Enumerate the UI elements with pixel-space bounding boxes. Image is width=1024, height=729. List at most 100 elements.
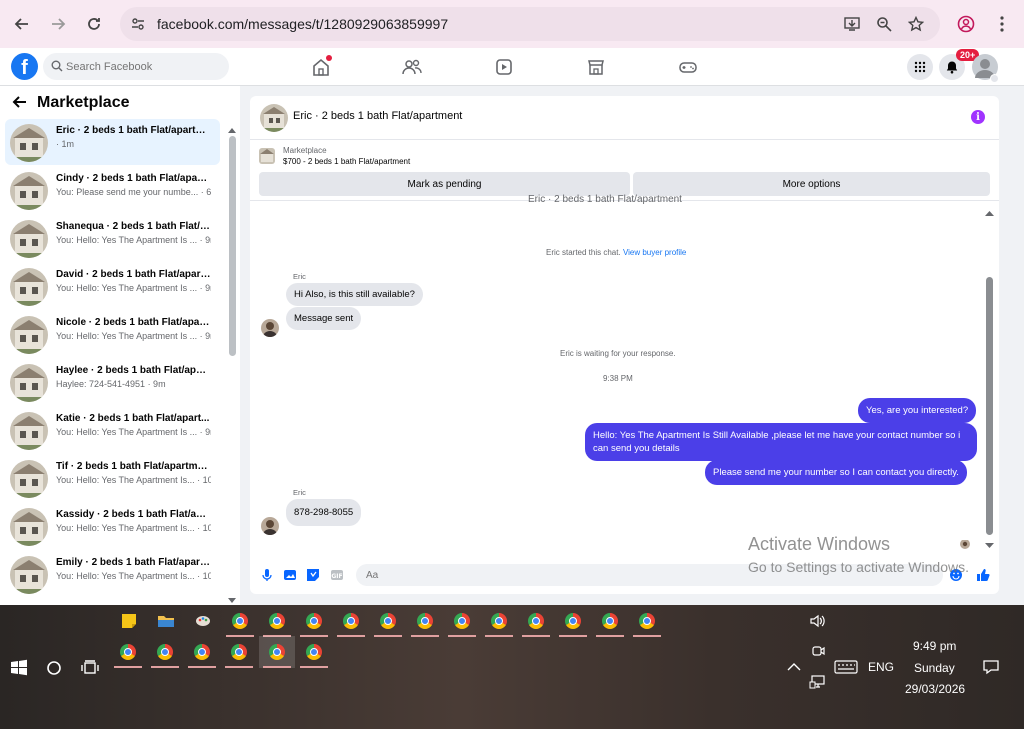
chrome-window-icon[interactable] <box>562 610 584 632</box>
conversation-item[interactable]: Haylee · 2 beds 1 bath Flat/apar... Hayle… <box>5 359 220 405</box>
video-icon[interactable] <box>494 57 514 77</box>
search-input[interactable] <box>66 60 216 73</box>
outgoing-message[interactable]: Yes, are you interested? <box>858 398 977 423</box>
network-icon[interactable] <box>807 671 829 693</box>
sticker-icon[interactable] <box>306 568 320 582</box>
conversation-item[interactable]: Eric · 2 beds 1 bath Flat/apartm... · 1m <box>5 119 220 165</box>
back-icon[interactable] <box>10 12 34 36</box>
friends-icon[interactable] <box>402 57 422 77</box>
show-hidden-icons-chevron-icon[interactable] <box>783 656 805 678</box>
site-settings-icon[interactable] <box>129 15 147 33</box>
chrome-window-icon[interactable] <box>303 641 325 663</box>
chrome-logo-icon <box>380 613 396 629</box>
conversation-scrollbar[interactable] <box>229 136 236 356</box>
thread-scroll-down-icon[interactable] <box>985 538 994 552</box>
conversation-item[interactable]: Cindy · 2 beds 1 bath Flat/apart... You: … <box>5 167 220 213</box>
meet-now-icon[interactable] <box>807 641 829 663</box>
start-windows-icon[interactable] <box>8 657 30 679</box>
menu-kebab-icon[interactable] <box>990 12 1014 36</box>
gif-icon[interactable]: GIF <box>330 568 344 582</box>
home-icon[interactable] <box>311 55 332 77</box>
photo-icon[interactable] <box>283 568 297 582</box>
conversation-item[interactable]: Kassidy · 2 beds 1 bath Flat/apa... You: … <box>5 503 220 549</box>
chrome-window-icon[interactable] <box>229 610 251 632</box>
outgoing-message[interactable]: Hello: Yes The Apartment Is Still Availa… <box>585 423 977 461</box>
chrome-logo-icon <box>639 613 655 629</box>
more-options-button[interactable]: More options <box>633 172 990 196</box>
forward-icon[interactable] <box>46 12 70 36</box>
paint-icon[interactable] <box>192 610 214 632</box>
language-indicator[interactable]: ENG <box>868 660 894 674</box>
incoming-message[interactable]: Message sent <box>286 307 362 330</box>
chat-header: Eric · 2 beds 1 bath Flat/apartment i <box>250 96 999 140</box>
chrome-logo-icon <box>194 644 210 660</box>
chat-started-notice: Eric started this chat. View buyer profi… <box>546 248 686 257</box>
file-explorer-icon[interactable] <box>155 610 177 632</box>
microphone-icon[interactable] <box>260 568 274 582</box>
volume-icon[interactable] <box>807 610 829 632</box>
sticky-notes-icon[interactable] <box>118 610 140 632</box>
install-app-icon[interactable] <box>843 15 861 33</box>
conversation-item[interactable]: David · 2 beds 1 bath Flat/apart... You: … <box>5 263 220 309</box>
thread-scrollbar[interactable] <box>986 277 993 535</box>
facebook-logo-icon[interactable]: f <box>11 53 38 80</box>
listing-thumbnail[interactable] <box>259 148 275 164</box>
notification-center-icon[interactable] <box>980 656 1002 678</box>
task-view-icon[interactable] <box>79 657 101 679</box>
conversation-item[interactable]: Emily · 2 beds 1 bath Flat/apart... You: … <box>5 551 220 597</box>
chrome-window-icon[interactable] <box>599 610 621 632</box>
chrome-window-icon[interactable] <box>228 641 250 663</box>
like-thumb-icon[interactable] <box>976 568 990 582</box>
chrome-window-icon[interactable] <box>340 610 362 632</box>
running-indicator <box>337 635 365 637</box>
clock-date[interactable]: 29/03/2026 <box>905 682 965 696</box>
conversation-item[interactable]: Shanequa · 2 beds 1 bath Flat/a... You: H… <box>5 215 220 261</box>
sender-avatar[interactable] <box>261 319 279 337</box>
chrome-window-icon[interactable] <box>259 636 295 668</box>
chrome-window-icon[interactable] <box>488 610 510 632</box>
info-icon[interactable]: i <box>971 110 985 124</box>
running-indicator <box>485 635 513 637</box>
touch-keyboard-icon[interactable] <box>833 656 859 678</box>
listing-avatar[interactable] <box>260 104 288 132</box>
listing-price-title[interactable]: $700 - 2 beds 1 bath Flat/apartment <box>283 157 410 166</box>
bookmark-star-icon[interactable] <box>907 15 925 33</box>
clock-time[interactable]: 9:49 pm <box>913 639 956 653</box>
account-chevron-icon[interactable] <box>990 74 999 83</box>
sender-avatar[interactable] <box>261 517 279 535</box>
url-text[interactable]: facebook.com/messages/t/1280929063859997 <box>157 16 448 32</box>
chrome-window-icon[interactable] <box>117 641 139 663</box>
back-arrow-icon[interactable] <box>12 95 27 112</box>
conversation-item[interactable]: Nicole · 2 beds 1 bath Flat/apar... You: … <box>5 311 220 357</box>
facebook-header: f 20+ <box>0 48 1024 86</box>
chrome-window-icon[interactable] <box>266 610 288 632</box>
chrome-window-icon[interactable] <box>636 610 658 632</box>
chrome-window-icon[interactable] <box>525 610 547 632</box>
mark-pending-button[interactable]: Mark as pending <box>259 172 630 196</box>
chrome-window-icon[interactable] <box>191 641 213 663</box>
zoom-icon[interactable] <box>875 15 893 33</box>
profile-icon[interactable] <box>954 12 978 36</box>
chrome-window-icon[interactable] <box>414 610 436 632</box>
facebook-search[interactable] <box>43 53 229 80</box>
search-circle-icon[interactable] <box>43 657 65 679</box>
thread-scroll-up-icon[interactable] <box>985 205 994 219</box>
incoming-message[interactable]: Hi Also, is this still available? <box>286 283 423 306</box>
outgoing-message[interactable]: Please send me your number so I can cont… <box>705 460 967 485</box>
view-buyer-profile-link[interactable]: View buyer profile <box>623 248 686 257</box>
scroll-up-icon[interactable] <box>228 122 236 136</box>
chrome-window-icon[interactable] <box>154 641 176 663</box>
gaming-icon[interactable] <box>678 57 698 77</box>
apps-menu-icon[interactable] <box>907 54 933 80</box>
clock-day[interactable]: Sunday <box>914 661 955 675</box>
chrome-window-icon[interactable] <box>377 610 399 632</box>
running-indicator <box>559 635 587 637</box>
conversation-item[interactable]: Katie · 2 beds 1 bath Flat/apart... You: … <box>5 407 220 453</box>
address-bar[interactable]: facebook.com/messages/t/1280929063859997 <box>120 7 940 41</box>
marketplace-icon[interactable] <box>586 57 606 77</box>
chrome-window-icon[interactable] <box>303 610 325 632</box>
incoming-message[interactable]: 878-298-8055 <box>286 499 362 526</box>
conversation-item[interactable]: Tif · 2 beds 1 bath Flat/apartme... You: … <box>5 455 220 501</box>
chrome-window-icon[interactable] <box>451 610 473 632</box>
reload-icon[interactable] <box>82 12 106 36</box>
